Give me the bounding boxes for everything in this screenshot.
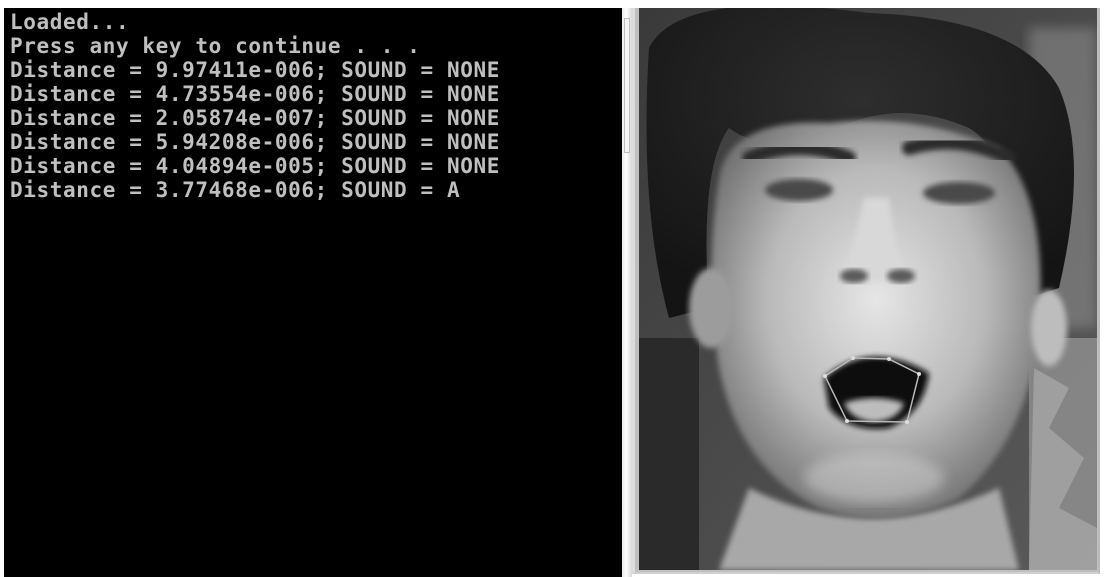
- console-line: Press any key to continue . . .: [10, 34, 421, 58]
- console-line: Distance = 3.77468e-006; SOUND = A: [10, 178, 461, 202]
- camera-window[interactable]: [632, 8, 1100, 574]
- console-line: Distance = 2.05874e-007; SOUND = NONE: [10, 106, 500, 130]
- left-eye: [765, 179, 833, 201]
- console-line: Distance = 4.73554e-006; SOUND = NONE: [10, 82, 500, 106]
- console-line: Distance = 4.04894e-005; SOUND = NONE: [10, 154, 500, 178]
- desktop: Loaded... Press any key to continue . . .…: [0, 0, 1104, 577]
- console-line: Distance = 5.94208e-006; SOUND = NONE: [10, 130, 500, 154]
- camera-feed: [639, 8, 1097, 570]
- console-scrollbar[interactable]: [622, 8, 632, 577]
- scrollbar-thumb[interactable]: [624, 18, 630, 153]
- right-eye: [923, 182, 995, 204]
- console-output: Loaded... Press any key to continue . . .…: [10, 10, 500, 202]
- console-line: Distance = 9.97411e-006; SOUND = NONE: [10, 58, 500, 82]
- console-line: Loaded...: [10, 10, 130, 34]
- face-image: [639, 8, 1097, 570]
- console-window[interactable]: Loaded... Press any key to continue . . .…: [4, 8, 622, 577]
